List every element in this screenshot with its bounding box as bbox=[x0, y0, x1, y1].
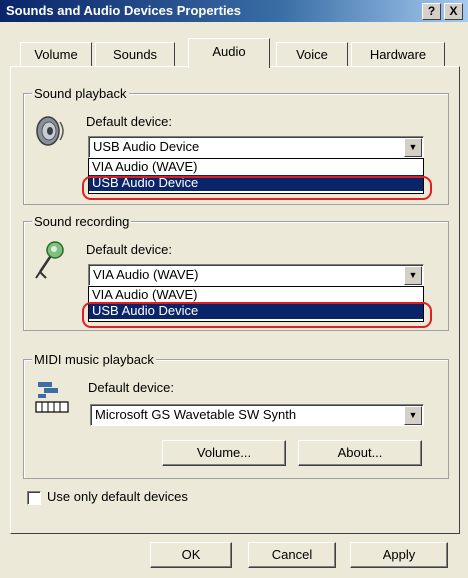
recording-selected-value: VIA Audio (WAVE) bbox=[93, 267, 199, 282]
keyboard-icon bbox=[35, 382, 69, 413]
microphone-icon bbox=[35, 241, 64, 279]
recording-device-dropdown[interactable]: VIA Audio (WAVE) ▼ bbox=[88, 264, 424, 286]
midi-selected-value: Microsoft GS Wavetable SW Synth bbox=[95, 407, 297, 422]
speaker-icon bbox=[36, 116, 64, 146]
window-title: Sounds and Audio Devices Properties bbox=[6, 3, 242, 18]
sound-playback-group: Sound playback Default device: USB Audio… bbox=[23, 86, 449, 205]
tab-volume[interactable]: Volume bbox=[20, 42, 92, 67]
volume-button[interactable]: Volume... bbox=[162, 440, 286, 466]
recording-option[interactable]: VIA Audio (WAVE) bbox=[89, 287, 423, 303]
playback-default-label: Default device: bbox=[86, 114, 172, 129]
tab-audio[interactable]: Audio bbox=[188, 38, 270, 68]
chevron-down-icon[interactable]: ▼ bbox=[404, 406, 422, 425]
tab-strip: Volume Sounds Audio Voice Hardware bbox=[8, 38, 460, 68]
title-bar[interactable]: Sounds and Audio Devices Properties ? X bbox=[0, 0, 468, 22]
midi-legend: MIDI music playback bbox=[32, 352, 156, 367]
dialog-window: Sounds and Audio Devices Properties ? X … bbox=[0, 0, 468, 578]
highlight-ring bbox=[82, 302, 432, 328]
midi-default-label: Default device: bbox=[88, 380, 174, 395]
apply-button[interactable]: Apply bbox=[350, 542, 448, 568]
tab-hardware[interactable]: Hardware bbox=[351, 42, 445, 67]
sound-playback-legend: Sound playback bbox=[32, 86, 129, 101]
playback-selected-value: USB Audio Device bbox=[93, 139, 200, 154]
use-default-checkbox[interactable] bbox=[27, 491, 41, 505]
midi-device-dropdown[interactable]: Microsoft GS Wavetable SW Synth ▼ bbox=[90, 404, 424, 426]
midi-playback-group: MIDI music playback Default device: Micr… bbox=[23, 352, 449, 479]
tab-voice[interactable]: Voice bbox=[276, 42, 348, 67]
playback-option[interactable]: VIA Audio (WAVE) bbox=[89, 159, 423, 175]
recording-default-label: Default device: bbox=[86, 242, 172, 257]
audio-tab-panel: Sound playback Default device: USB Audio… bbox=[10, 66, 460, 534]
sound-recording-group: Sound recording Default device: VIA Audi… bbox=[23, 214, 449, 331]
sound-recording-legend: Sound recording bbox=[32, 214, 132, 229]
chevron-down-icon[interactable]: ▼ bbox=[404, 138, 422, 157]
help-button[interactable]: ? bbox=[422, 3, 441, 20]
chevron-down-icon[interactable]: ▼ bbox=[404, 266, 422, 285]
close-button[interactable]: X bbox=[444, 3, 463, 20]
highlight-ring bbox=[82, 176, 432, 200]
use-default-label: Use only default devices bbox=[47, 489, 188, 504]
playback-device-dropdown[interactable]: USB Audio Device ▼ bbox=[88, 136, 424, 158]
about-button[interactable]: About... bbox=[298, 440, 422, 466]
tab-sounds[interactable]: Sounds bbox=[95, 42, 175, 67]
cancel-button[interactable]: Cancel bbox=[248, 542, 336, 568]
ok-button[interactable]: OK bbox=[150, 542, 232, 568]
